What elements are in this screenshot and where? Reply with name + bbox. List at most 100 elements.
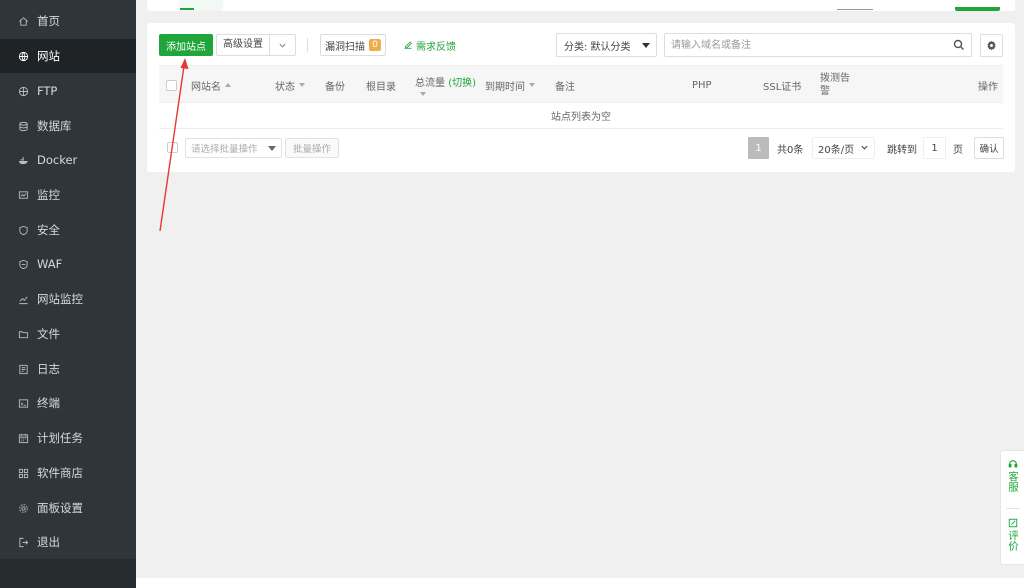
waf-shield-icon xyxy=(18,259,29,270)
col-status[interactable]: 状态 xyxy=(275,66,305,104)
col-label: 拨测告 xyxy=(820,73,850,84)
search-icon[interactable] xyxy=(953,39,965,51)
col-label: 备份 xyxy=(325,81,345,93)
top-action-button[interactable] xyxy=(955,7,1000,11)
search-input[interactable] xyxy=(665,34,945,56)
col-label: SSL证书 xyxy=(763,81,802,93)
sidebar-item-settings[interactable]: 面板设置 xyxy=(0,491,136,525)
sidebar-item-label: 文件 xyxy=(37,327,60,341)
chevron-down-icon[interactable] xyxy=(270,41,295,50)
category-value: 分类: 默认分类 xyxy=(564,41,631,53)
sidebar-item-files[interactable]: 文件 xyxy=(0,317,136,351)
col-label: 总流量 xyxy=(415,78,445,89)
sidebar-item-docker[interactable]: Docker xyxy=(0,143,136,177)
terminal-icon xyxy=(18,398,29,409)
sidebar-item-waf[interactable]: WAF xyxy=(0,247,136,281)
dropdown-arrow-icon xyxy=(642,43,650,48)
ftp-globe-icon xyxy=(18,86,29,97)
sidebar-item-terminal[interactable]: 终端 xyxy=(0,386,136,420)
column-settings-button[interactable] xyxy=(980,34,1003,57)
rate-label: 评价 xyxy=(1007,530,1019,551)
monitor-icon xyxy=(18,190,29,201)
sidebar-item-ftp[interactable]: FTP xyxy=(0,74,136,108)
customer-service-button[interactable]: 客服 xyxy=(1001,459,1024,492)
page-size-select[interactable]: 20条/页 xyxy=(812,137,875,159)
batch-operation-select[interactable]: 请选择批量操作 xyxy=(185,138,282,158)
sidebar-item-database[interactable]: 数据库 xyxy=(0,109,136,143)
chart-icon xyxy=(18,294,29,305)
headset-icon xyxy=(1008,460,1018,468)
jump-page-input[interactable]: 1 xyxy=(923,137,946,159)
sidebar-item-app-store[interactable]: 软件商店 xyxy=(0,456,136,490)
sidebar-item-label: 日志 xyxy=(37,362,60,376)
advanced-settings-label: 高级设置 xyxy=(217,35,270,55)
site-list-panel: 添加站点 高级设置 漏洞扫描 0 需求反馈 分类: 默认分类 网站名 状态 xyxy=(147,23,1015,172)
vuln-scan-button[interactable]: 漏洞扫描 0 xyxy=(320,34,386,56)
add-site-button[interactable]: 添加站点 xyxy=(159,34,213,56)
sidebar-item-label: 数据库 xyxy=(37,119,72,133)
jump-to-label: 跳转到 xyxy=(887,144,917,156)
sidebar-item-security[interactable]: 安全 xyxy=(0,213,136,247)
pagination-current-page[interactable]: 1 xyxy=(748,137,769,159)
bottom-strip xyxy=(136,578,1024,588)
sidebar-item-logs[interactable]: 日志 xyxy=(0,352,136,386)
sidebar-item-label: 计划任务 xyxy=(37,431,83,445)
col-ssl: SSL证书 xyxy=(763,66,801,104)
col-traffic[interactable]: 总流量 (切换) xyxy=(415,66,476,104)
edit-icon xyxy=(404,41,412,49)
page-size-value: 20条/页 xyxy=(818,144,855,156)
select-all-checkbox[interactable] xyxy=(166,79,177,91)
col-site-name[interactable]: 网站名 xyxy=(191,66,231,104)
sidebar-item-cron[interactable]: 计划任务 xyxy=(0,421,136,455)
sidebar-item-site-monitor[interactable]: 网站监控 xyxy=(0,282,136,316)
col-root: 根目录 xyxy=(366,66,396,104)
traffic-switch-link[interactable]: (切换) xyxy=(448,78,476,89)
toolbar-divider xyxy=(307,38,308,52)
tab-active-indicator xyxy=(180,8,194,10)
category-select[interactable]: 分类: 默认分类 xyxy=(556,33,657,57)
dropdown-arrow-icon xyxy=(268,146,276,151)
rate-button[interactable]: 评价 xyxy=(1001,518,1024,551)
col-label: 到期时间 xyxy=(485,81,525,93)
col-actions: 操作 xyxy=(978,66,998,104)
advanced-settings-dropdown[interactable]: 高级设置 xyxy=(216,34,296,56)
calendar-icon xyxy=(18,433,29,444)
col-label: 操作 xyxy=(978,81,998,93)
shield-icon xyxy=(18,225,29,236)
sort-desc-icon xyxy=(299,83,305,87)
footer-select-checkbox[interactable] xyxy=(167,142,178,153)
gear-icon xyxy=(987,40,996,51)
col-label: 警 xyxy=(820,86,830,97)
pagination-total: 共0条 xyxy=(777,144,804,156)
top-link[interactable] xyxy=(837,9,873,10)
floating-support-panel: 客服 评价 xyxy=(1000,450,1024,565)
sort-desc-icon xyxy=(529,83,535,87)
empty-message: 站点列表为空 xyxy=(551,112,611,123)
log-icon xyxy=(18,364,29,375)
grid-icon xyxy=(18,468,29,479)
sidebar-item-home[interactable]: 首页 xyxy=(0,4,136,38)
float-divider xyxy=(1006,508,1020,509)
sidebar-item-label: 面板设置 xyxy=(37,501,83,515)
logout-icon xyxy=(18,537,29,548)
sidebar-item-logout[interactable]: 退出 xyxy=(0,525,136,559)
col-expire[interactable]: 到期时间 xyxy=(485,66,535,104)
sidebar-item-label: Docker xyxy=(37,153,78,167)
page-unit-label: 页 xyxy=(953,144,963,156)
vuln-scan-label: 漏洞扫描 xyxy=(325,41,365,53)
jump-confirm-button[interactable]: 确认 xyxy=(974,137,1004,159)
feedback-label: 需求反馈 xyxy=(416,41,456,53)
feedback-link[interactable]: 需求反馈 xyxy=(403,34,456,56)
sidebar-item-monitor[interactable]: 监控 xyxy=(0,178,136,212)
batch-operation-button[interactable]: 批量操作 xyxy=(285,138,339,158)
sidebar-item-label: 退出 xyxy=(37,535,60,549)
col-note: 备注 xyxy=(555,66,575,104)
sidebar-item-label: 安全 xyxy=(37,223,60,237)
col-alert: 拨测告 警 xyxy=(820,66,850,104)
top-tab-strip xyxy=(147,0,1015,11)
col-label: 根目录 xyxy=(366,81,396,93)
gear-icon xyxy=(18,503,29,514)
sidebar-item-website[interactable]: 网站 xyxy=(0,39,136,73)
sidebar-item-label: 网站监控 xyxy=(37,292,83,306)
globe-icon xyxy=(18,51,29,62)
